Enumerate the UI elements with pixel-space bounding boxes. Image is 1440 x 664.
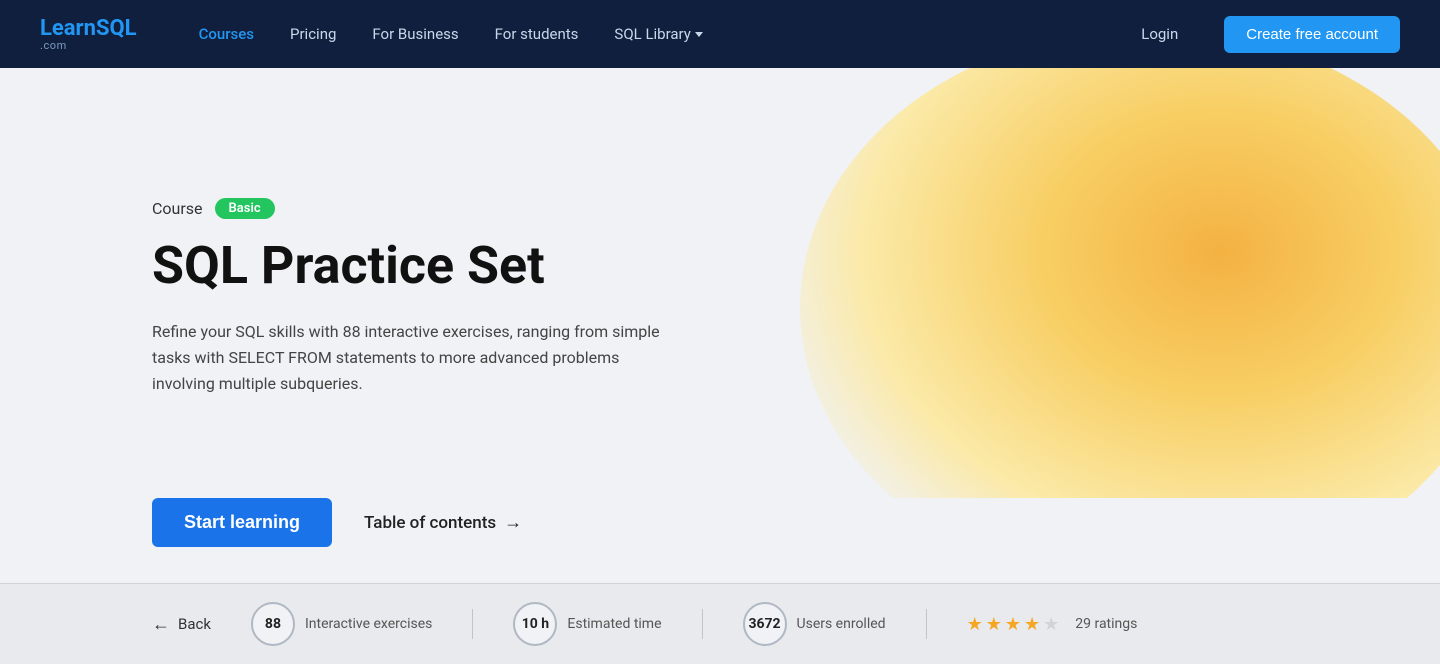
enrolled-stat: 3672 Users enrolled xyxy=(743,602,886,646)
nav-item-pricing[interactable]: Pricing xyxy=(276,19,350,49)
nav-item-courses[interactable]: Courses xyxy=(185,19,268,49)
exercises-count: 88 xyxy=(251,602,295,646)
arrow-right-icon: → xyxy=(504,512,522,533)
navbar: LearnSQL .com Courses Pricing For Busine… xyxy=(0,0,1440,68)
create-account-button[interactable]: Create free account xyxy=(1224,16,1400,53)
course-description: Refine your SQL skills with 88 interacti… xyxy=(152,319,672,398)
star-2-icon: ★ xyxy=(986,614,1002,635)
hero-text: Course Basic SQL Practice Set Refine you… xyxy=(0,198,672,397)
basic-badge: Basic xyxy=(215,198,275,219)
exercises-label: Interactive exercises xyxy=(305,616,432,632)
logo-learn: Learn xyxy=(40,16,96,41)
time-value: 10 h xyxy=(513,602,557,646)
logo[interactable]: LearnSQL .com xyxy=(40,18,137,51)
ratings-count: 29 ratings xyxy=(1075,616,1137,632)
course-label: Course xyxy=(152,199,203,218)
nav-links: Courses Pricing For Business For student… xyxy=(185,19,717,49)
ratings-stat: ★ ★ ★ ★ ★ 29 ratings xyxy=(967,614,1138,635)
stats-bar: ← Back 88 Interactive exercises 10 h Est… xyxy=(0,583,1440,664)
nav-item-students[interactable]: For students xyxy=(481,19,593,49)
stat-divider-2 xyxy=(702,609,703,639)
star-rating: ★ ★ ★ ★ ★ xyxy=(967,614,1060,635)
course-label-row: Course Basic xyxy=(152,198,672,219)
back-link[interactable]: ← Back xyxy=(152,614,211,635)
nav-item-sql-library[interactable]: SQL Library xyxy=(600,19,716,49)
hero-content-area: Course Basic SQL Practice Set Refine you… xyxy=(0,68,1440,528)
logo-com: .com xyxy=(40,40,137,51)
table-of-contents-link[interactable]: Table of contents → xyxy=(364,512,522,533)
action-row: Start learning Table of contents → xyxy=(0,498,1440,583)
chevron-down-icon xyxy=(695,32,703,37)
stat-divider-1 xyxy=(472,609,473,639)
hero-section: Course Basic SQL Practice Set Refine you… xyxy=(0,68,1440,583)
start-learning-button[interactable]: Start learning xyxy=(152,498,332,547)
star-4-icon: ★ xyxy=(1024,614,1040,635)
star-5-icon: ★ xyxy=(1043,614,1059,635)
nav-item-business[interactable]: For Business xyxy=(358,19,472,49)
time-stat: 10 h Estimated time xyxy=(513,602,661,646)
star-1-icon: ★ xyxy=(967,614,983,635)
login-button[interactable]: Login xyxy=(1127,19,1192,49)
stat-divider-3 xyxy=(926,609,927,639)
enrolled-label: Users enrolled xyxy=(797,616,886,632)
star-3-icon: ★ xyxy=(1005,614,1021,635)
back-arrow-icon: ← xyxy=(152,614,170,635)
enrolled-count: 3672 xyxy=(743,602,787,646)
exercises-stat: 88 Interactive exercises xyxy=(251,602,432,646)
course-title: SQL Practice Set xyxy=(152,237,672,294)
hero-background-gradient xyxy=(800,68,1440,528)
time-label: Estimated time xyxy=(567,616,661,632)
logo-sql: SQL xyxy=(96,16,137,41)
back-label: Back xyxy=(178,615,211,633)
